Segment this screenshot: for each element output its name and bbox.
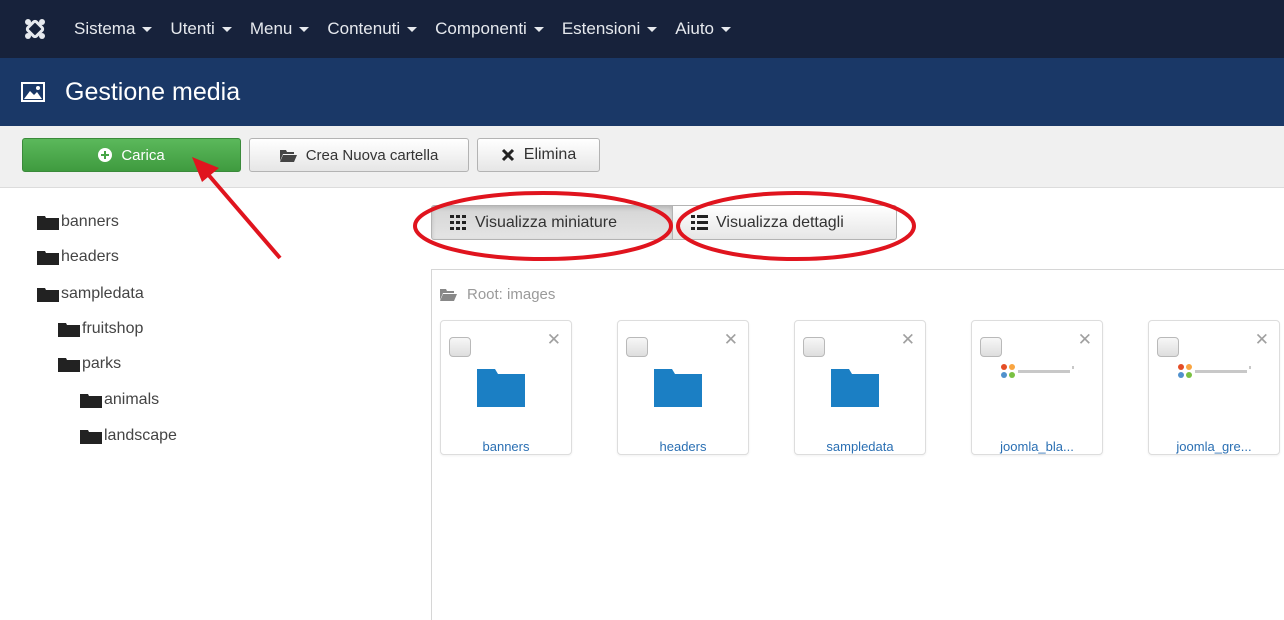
plus-circle-icon — [98, 148, 113, 162]
folder-icon — [37, 215, 59, 230]
page-header: Gestione media — [0, 58, 1284, 126]
select-checkbox[interactable] — [1157, 337, 1179, 357]
folder-tree: banners headers sampledata fruitshop par… — [0, 188, 420, 620]
select-checkbox[interactable] — [449, 337, 471, 357]
joomla-logo-thumbnail-icon — [1001, 364, 1074, 378]
folder-open-icon — [279, 149, 297, 162]
nav-menu-menu[interactable]: Menu — [250, 19, 310, 39]
media-item-name: sampledata — [826, 439, 894, 454]
folder-open-icon — [440, 289, 457, 301]
folder-icon — [58, 322, 80, 337]
close-icon[interactable]: ✕ — [1255, 331, 1269, 348]
thumbnails-view-button[interactable]: Visualizza miniature — [431, 205, 673, 240]
folder-icon — [654, 369, 702, 407]
select-checkbox[interactable] — [980, 337, 1002, 357]
list-icon — [691, 215, 708, 230]
tree-item-label: animals — [104, 391, 160, 408]
x-icon — [501, 148, 515, 162]
root-path-label: Root: images — [467, 286, 556, 303]
chevron-down-icon — [299, 26, 310, 32]
nav-label: Estensioni — [561, 19, 641, 38]
media-item-name: banners — [482, 439, 530, 454]
view-switch: Visualizza miniature Visualizza dettagli — [431, 205, 897, 240]
media-panel: Root: images ✕ banners ✕ headers ✕ sampl… — [431, 269, 1284, 620]
media-item-name: joomla_gre... — [1176, 439, 1252, 454]
tree-item-label: fruitshop — [82, 320, 144, 337]
folder-icon — [58, 357, 80, 372]
delete-button[interactable]: Elimina — [477, 138, 600, 172]
image-icon — [21, 82, 45, 102]
new-folder-button[interactable]: Crea Nuova cartella — [249, 138, 469, 172]
nav-menu-contenuti[interactable]: Contenuti — [327, 19, 418, 39]
nav-label: Utenti — [170, 19, 215, 38]
folder-icon — [80, 429, 102, 444]
nav-menu-utenti[interactable]: Utenti — [170, 19, 232, 39]
tree-item-parks[interactable]: parks — [58, 355, 121, 373]
joomla-logo-icon[interactable] — [16, 0, 54, 58]
folder-icon — [477, 369, 525, 407]
select-checkbox[interactable] — [626, 337, 648, 357]
media-item-name: headers — [659, 439, 707, 454]
upload-label: Carica — [121, 146, 165, 164]
media-item-sampledata[interactable]: ✕ sampledata — [794, 320, 926, 455]
top-navbar: Sistema Utenti Menu Contenuti Componenti… — [0, 0, 1284, 58]
tree-item-fruitshop[interactable]: fruitshop — [58, 320, 143, 338]
chevron-down-icon — [533, 26, 544, 32]
tree-item-animals[interactable]: animals — [80, 391, 159, 409]
joomla-logo-thumbnail-icon — [1178, 364, 1251, 378]
close-icon[interactable]: ✕ — [547, 331, 561, 348]
tree-item-label: headers — [61, 248, 119, 265]
toolbar: Carica Crea Nuova cartella Elimina — [0, 126, 1284, 188]
nav-label: Componenti — [435, 19, 527, 38]
close-icon[interactable]: ✕ — [724, 331, 738, 348]
nav-label: Contenuti — [327, 19, 401, 38]
nav-label: Sistema — [74, 19, 136, 38]
nav-label: Aiuto — [675, 19, 715, 38]
tree-item-label: sampledata — [61, 285, 144, 302]
media-item-joomla-black[interactable]: ✕ joomla_bla... — [971, 320, 1103, 455]
media-item-banners[interactable]: ✕ banners — [440, 320, 572, 455]
chevron-down-icon — [647, 26, 658, 32]
tree-item-label: parks — [82, 355, 122, 372]
folder-icon — [37, 250, 59, 265]
delete-label: Elimina — [523, 146, 577, 163]
close-icon[interactable]: ✕ — [901, 331, 915, 348]
chevron-down-icon — [721, 26, 732, 32]
tree-item-label: landscape — [104, 427, 177, 444]
tree-item-label: banners — [61, 213, 119, 230]
folder-icon — [80, 393, 102, 408]
thumbnails-view-label: Visualizza miniature — [475, 213, 617, 231]
folder-icon — [831, 369, 879, 407]
nav-menu-sistema[interactable]: Sistema — [74, 19, 153, 39]
media-item-name: joomla_bla... — [1000, 439, 1074, 454]
chevron-down-icon — [221, 26, 232, 32]
chevron-down-icon — [407, 26, 418, 32]
nav-label: Menu — [249, 19, 293, 38]
tree-item-sampledata[interactable]: sampledata — [37, 285, 144, 303]
nav-menu-aiuto[interactable]: Aiuto — [675, 19, 732, 39]
tree-item-landscape[interactable]: landscape — [80, 427, 177, 445]
chevron-down-icon — [142, 26, 153, 32]
details-view-button[interactable]: Visualizza dettagli — [673, 205, 897, 240]
nav-menu-componenti[interactable]: Componenti — [435, 19, 544, 39]
nav-menu-estensioni[interactable]: Estensioni — [561, 19, 658, 39]
media-item-headers[interactable]: ✕ headers — [617, 320, 749, 455]
upload-button[interactable]: Carica — [22, 138, 241, 172]
grid-icon — [450, 215, 467, 230]
root-path: Root: images — [440, 286, 555, 303]
new-folder-label: Crea Nuova cartella — [305, 146, 439, 164]
tree-item-banners[interactable]: banners — [37, 213, 119, 231]
select-checkbox[interactable] — [803, 337, 825, 357]
close-icon[interactable]: ✕ — [1078, 331, 1092, 348]
page-title: Gestione media — [65, 77, 241, 106]
details-view-label: Visualizza dettagli — [716, 213, 844, 231]
media-item-joomla-green[interactable]: ✕ joomla_gre... — [1148, 320, 1280, 455]
folder-icon — [37, 287, 59, 302]
tree-item-headers[interactable]: headers — [37, 248, 119, 266]
